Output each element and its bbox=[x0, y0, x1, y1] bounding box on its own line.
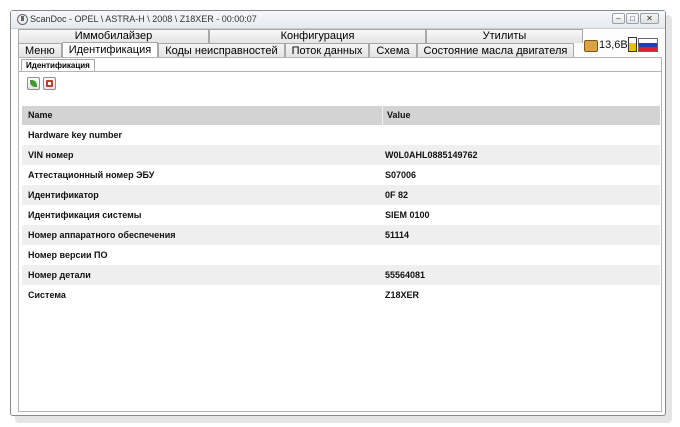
row-value: 55564081 bbox=[385, 270, 426, 280]
app-icon bbox=[17, 14, 28, 25]
maximize-button[interactable]: □ bbox=[626, 13, 639, 24]
main-window: ScanDoc - OPEL \ ASTRA-H \ 2008 \ Z18XER… bbox=[10, 10, 666, 416]
status-area: 13,6В bbox=[583, 29, 665, 57]
row-name: Аттестационный номер ЭБУ bbox=[28, 170, 155, 180]
table-row[interactable]: Аттестационный номер ЭБУ S07006 bbox=[22, 165, 660, 185]
row-name: Hardware key number bbox=[28, 130, 123, 140]
table-row[interactable]: Hardware key number bbox=[22, 125, 660, 145]
minimize-button[interactable]: – bbox=[612, 13, 625, 24]
sub-tab-row: Меню Идентификация Коды неисправностей П… bbox=[18, 42, 575, 59]
row-name: VIN номер bbox=[28, 150, 74, 160]
phone-icon bbox=[584, 40, 598, 52]
row-value: 51114 bbox=[385, 230, 410, 240]
close-button[interactable]: ✕ bbox=[640, 13, 659, 24]
row-name: Система bbox=[28, 290, 66, 300]
column-separator[interactable] bbox=[382, 106, 383, 125]
row-value: SIEM 0100 bbox=[385, 210, 430, 220]
row-name: Номер версии ПО bbox=[28, 250, 108, 260]
row-name: Номер аппаратного обеспечения bbox=[28, 230, 176, 240]
table-row[interactable]: Номер аппаратного обеспечения 51114 bbox=[22, 225, 660, 245]
tab-fault-codes[interactable]: Коды неисправностей bbox=[158, 43, 285, 58]
tab-utilities[interactable]: Утилиты bbox=[426, 29, 583, 43]
save-icon bbox=[46, 80, 53, 87]
title-bar: ScanDoc - OPEL \ ASTRA-H \ 2008 \ Z18XER… bbox=[11, 11, 665, 29]
table-row[interactable]: Идентификация системы SIEM 0100 bbox=[22, 205, 660, 225]
table-row[interactable]: Номер версии ПО bbox=[22, 245, 660, 265]
column-header-name[interactable]: Name bbox=[28, 106, 53, 125]
refresh-button[interactable] bbox=[27, 77, 40, 90]
tab-immobilizer[interactable]: Иммобилайзер bbox=[18, 29, 209, 43]
inner-tab-divider bbox=[19, 71, 661, 72]
row-value: S07006 bbox=[385, 170, 417, 180]
table-row[interactable]: VIN номер W0L0AHL0885149762 bbox=[22, 145, 660, 165]
refresh-icon bbox=[30, 80, 37, 87]
table-row[interactable]: Система Z18XER bbox=[22, 285, 660, 305]
row-value: Z18XER bbox=[385, 290, 420, 300]
row-value: 0F 82 bbox=[385, 190, 409, 200]
table-header: Name Value bbox=[22, 106, 660, 125]
table-body: Hardware key number VIN номер W0L0AHL088… bbox=[22, 125, 660, 305]
column-header-value[interactable]: Value bbox=[387, 106, 411, 125]
tab-configuration[interactable]: Конфигурация bbox=[209, 29, 426, 43]
top-tab-row: Иммобилайзер Конфигурация Утилиты bbox=[18, 29, 583, 43]
save-button[interactable] bbox=[43, 77, 56, 90]
battery-icon bbox=[628, 37, 637, 52]
tab-schema[interactable]: Схема bbox=[369, 43, 417, 58]
table-row[interactable]: Номер детали 55564081 bbox=[22, 265, 660, 285]
table-row[interactable]: Идентификатор 0F 82 bbox=[22, 185, 660, 205]
row-name: Идентификатор bbox=[28, 190, 99, 200]
battery-voltage: 13,6В bbox=[599, 39, 628, 51]
identification-table: Name Value Hardware key number VIN номер… bbox=[22, 106, 660, 305]
row-value: W0L0AHL0885149762 bbox=[385, 150, 478, 160]
row-name: Идентификация системы bbox=[28, 210, 142, 220]
tab-data-stream[interactable]: Поток данных bbox=[284, 43, 370, 58]
row-name: Номер детали bbox=[28, 270, 91, 280]
tab-engine-oil-status[interactable]: Состояние масла двигателя bbox=[416, 43, 575, 58]
tab-menu[interactable]: Меню bbox=[18, 43, 62, 58]
identification-panel: Идентификация Name Value Hardware key nu… bbox=[18, 57, 662, 412]
window-title: ScanDoc - OPEL \ ASTRA-H \ 2008 \ Z18XER… bbox=[30, 14, 257, 24]
russia-flag-icon[interactable] bbox=[638, 38, 658, 52]
